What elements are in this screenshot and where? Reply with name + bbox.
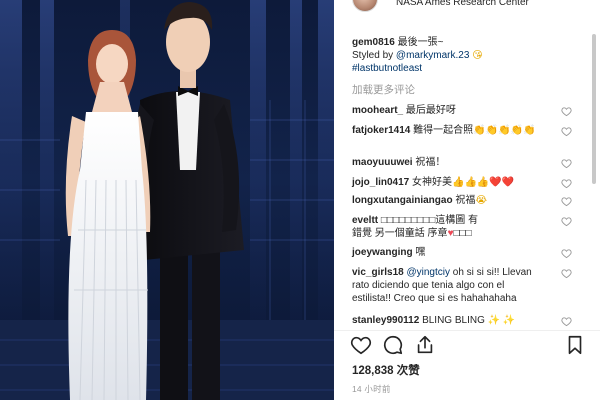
comment-item: fatjoker1414 難得一起合照👏👏👏👏👏 [352, 124, 574, 137]
comment-text: 祝福 [455, 195, 476, 206]
comment-text-line2: rato diciendo que tenia algo con el [352, 280, 505, 291]
comment-username[interactable]: vic_girls18 [352, 267, 404, 278]
comment-like-heart-icon[interactable] [561, 196, 572, 207]
comment-text-line3: estilista!! Creo que si es hahahahaha [352, 293, 517, 304]
location-link[interactable]: NASA Ames Research Center [396, 0, 529, 8]
action-bar [334, 334, 600, 360]
comment-username[interactable]: jojo_lin0417 [352, 177, 409, 188]
comment-item: joeywanging 嘿 [352, 246, 574, 259]
like-count[interactable]: 128,838 次赞 [352, 362, 420, 378]
comment-text: 最后最好呀 [405, 105, 456, 116]
comment-username[interactable]: stanley990112 [352, 315, 419, 326]
comment-item: longxutangainiangao 祝福😭 [352, 194, 574, 207]
bookmark-icon[interactable] [564, 334, 586, 356]
comment-like-heart-icon[interactable] [561, 158, 572, 169]
comment-like-heart-icon[interactable] [561, 126, 572, 137]
comment-item: vic_girls18 @yingtciy oh si si si!! Llev… [352, 266, 574, 305]
caption: gem0816 最後一張~ Styled by @markymark.23 😘 … [352, 36, 574, 75]
comment-text: 祝福！ [415, 157, 446, 168]
comment-hearts: ❤️❤️ [489, 177, 515, 188]
comment-text-line2: 錯覺 另一個童話 序章 [352, 228, 448, 239]
post-timestamp[interactable]: 14 小时前 [352, 383, 391, 395]
caption-emoji: 😘 [472, 50, 483, 61]
comment-item: jojo_lin0417 女神好美👍👍👍❤️❤️ [352, 176, 574, 189]
comment-like-heart-icon[interactable] [561, 316, 572, 327]
comment-mention[interactable]: @yingtciy [407, 267, 451, 278]
caption-hashtag[interactable]: #lastbutnotleast [352, 63, 422, 74]
comment-emoji: 👏👏👏👏👏 [473, 125, 536, 136]
caption-username[interactable]: gem0816 [352, 37, 395, 48]
comment-text: 難得一起合照 [413, 125, 474, 136]
comment-like-heart-icon[interactable] [561, 248, 572, 259]
comment-like-heart-icon[interactable] [561, 106, 572, 117]
comment-text: 嘿 [415, 247, 426, 258]
comment-username[interactable]: joeywanging [352, 247, 413, 258]
comment-like-heart-icon[interactable] [561, 178, 572, 189]
comment-text: BLING BLING [422, 315, 485, 326]
like-number: 128,838 [352, 365, 394, 377]
share-icon[interactable] [414, 334, 436, 356]
caption-styled-by: Styled by [352, 50, 394, 61]
comment-text: □□□□□□□□□這構圖 有 [380, 215, 479, 226]
comment-username[interactable]: mooheart_ [352, 105, 403, 116]
post-header: NASA Ames Research Center [334, 0, 600, 14]
comment-text-tail: □□□ [453, 228, 472, 239]
comment-emoji: ✨ ✨ [487, 315, 516, 326]
comment-text: oh si si si!! Llevan [452, 267, 532, 278]
load-more-comments[interactable]: 加载更多评论 [352, 84, 574, 97]
comment-list: gem0816 最後一張~ Styled by @markymark.23 😘 … [334, 30, 600, 328]
post-photo[interactable] [0, 0, 334, 400]
comment-username[interactable]: maoyuuuwei [352, 157, 413, 168]
woman-figure [65, 30, 151, 400]
comment-username[interactable]: eveltt [352, 215, 378, 226]
comment-like-heart-icon[interactable] [561, 268, 572, 279]
like-unit: 次赞 [396, 365, 420, 377]
stage-background [0, 0, 334, 400]
divider [334, 330, 600, 331]
comment-text: 女神好美 [412, 177, 453, 188]
comment-item: eveltt □□□□□□□□□這構圖 有 錯覺 另一個童話 序章♥□□□ [352, 214, 574, 240]
heart-icon[interactable] [350, 334, 372, 356]
comment-emoji: 👍👍👍 [452, 177, 490, 188]
comment-emoji: 😭 [475, 195, 488, 206]
comment-username[interactable]: fatjoker1414 [352, 125, 410, 136]
comment-like-heart-icon[interactable] [561, 216, 572, 227]
caption-mention[interactable]: @markymark.23 [396, 50, 470, 61]
comment-item: mooheart_ 最后最好呀 [352, 104, 574, 117]
comment-icon[interactable] [382, 334, 404, 356]
comment-item: stanley990112 BLING BLING ✨ ✨ [352, 314, 574, 327]
comment-item: maoyuuuwei 祝福！ [352, 156, 574, 169]
caption-text: 最後一張~ [397, 37, 444, 48]
comment-username[interactable]: longxutangainiangao [352, 195, 453, 206]
comment-panel: NASA Ames Research Center gem0816 最後一張~ … [334, 0, 600, 400]
avatar[interactable] [352, 0, 378, 12]
